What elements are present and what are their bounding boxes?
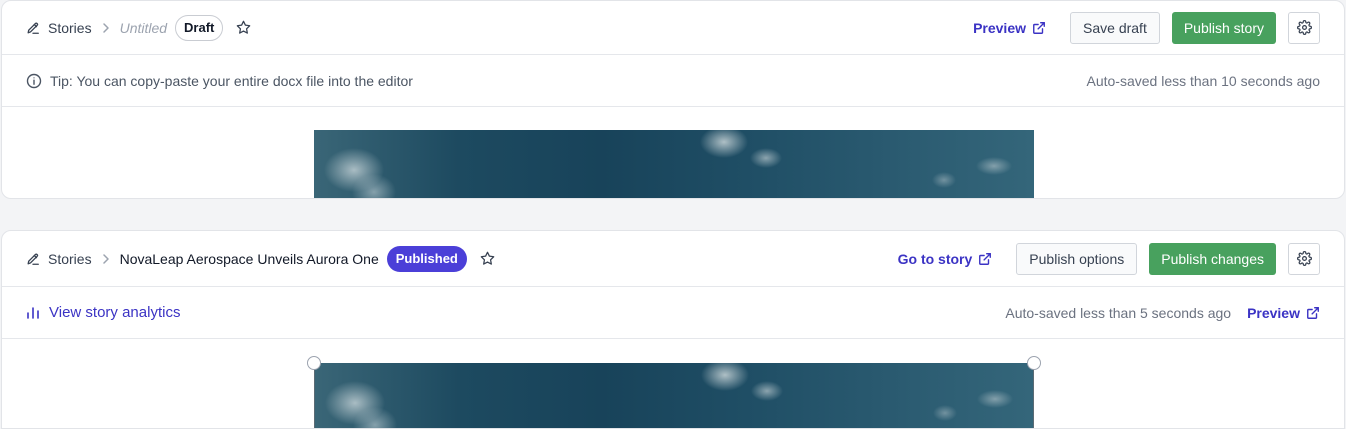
go-to-story-link[interactable]: Go to story xyxy=(898,251,993,267)
bar-chart-icon xyxy=(26,306,40,320)
story-title: Untitled xyxy=(119,19,168,36)
preview-label: Preview xyxy=(1247,304,1300,321)
analytics-label: View story analytics xyxy=(49,304,181,321)
chevron-right-icon xyxy=(102,22,110,34)
save-draft-button[interactable]: Save draft xyxy=(1070,11,1160,44)
publish-changes-button[interactable]: Publish changes xyxy=(1149,242,1276,275)
story-cover-image-selected[interactable] xyxy=(314,363,1034,428)
tip-bar: Tip: You can copy-paste your entire docx… xyxy=(2,55,1344,107)
breadcrumb: Stories NovaLeap Aerospace Unveils Auror… xyxy=(26,245,496,272)
header-actions: Preview Save draft Publish story xyxy=(973,11,1320,44)
header-actions: Go to story Publish options Publish chan… xyxy=(898,242,1320,275)
view-story-analytics-link[interactable]: View story analytics xyxy=(26,304,180,321)
autosave-status: Auto-saved less than 10 seconds ago xyxy=(1086,72,1321,89)
resize-handle-top-right[interactable] xyxy=(1027,356,1041,370)
preview-label: Preview xyxy=(973,19,1027,36)
editor-tip: Tip: You can copy-paste your entire docx… xyxy=(26,73,413,89)
breadcrumb-stories-link[interactable]: Stories xyxy=(48,20,92,36)
settings-button[interactable] xyxy=(1288,242,1320,275)
external-link-icon xyxy=(1306,306,1320,320)
gear-icon xyxy=(1296,251,1312,266)
star-icon[interactable] xyxy=(235,19,252,36)
star-icon[interactable] xyxy=(479,250,496,267)
external-link-icon xyxy=(978,252,992,266)
go-to-story-label: Go to story xyxy=(897,250,973,267)
chevron-right-icon xyxy=(102,253,110,265)
analytics-bar: View story analytics Auto-saved less tha… xyxy=(2,287,1344,339)
published-header-bar: Stories NovaLeap Aerospace Unveils Auror… xyxy=(2,231,1344,287)
breadcrumb-stories-link[interactable]: Stories xyxy=(48,251,92,267)
status-badge: Published xyxy=(386,245,467,272)
preview-link[interactable]: Preview xyxy=(973,20,1046,36)
info-icon xyxy=(26,73,42,89)
story-cover-image[interactable] xyxy=(314,130,1034,198)
settings-button[interactable] xyxy=(1288,11,1320,44)
breadcrumb: Stories Untitled Draft xyxy=(26,14,252,41)
draft-header-bar: Stories Untitled Draft Preview Save draf… xyxy=(2,1,1344,55)
publish-options-button[interactable]: Publish options xyxy=(1016,242,1138,275)
tip-text: Tip: You can copy-paste your entire docx… xyxy=(50,72,413,89)
edit-pencil-icon xyxy=(26,252,40,266)
edit-pencil-icon xyxy=(26,21,40,35)
draft-story-editor-panel: Stories Untitled Draft Preview Save draf… xyxy=(1,0,1345,199)
resize-handle-top-left[interactable] xyxy=(307,356,321,370)
gear-icon xyxy=(1296,20,1312,35)
preview-link[interactable]: Preview xyxy=(1247,305,1320,321)
story-title: NovaLeap Aerospace Unveils Aurora One xyxy=(119,250,379,267)
autosave-status: Auto-saved less than 5 seconds ago xyxy=(1005,304,1232,321)
status-badge: Draft xyxy=(175,14,224,41)
published-story-editor-panel: Stories NovaLeap Aerospace Unveils Auror… xyxy=(1,230,1345,429)
external-link-icon xyxy=(1032,21,1046,35)
publish-story-button[interactable]: Publish story xyxy=(1171,11,1276,44)
